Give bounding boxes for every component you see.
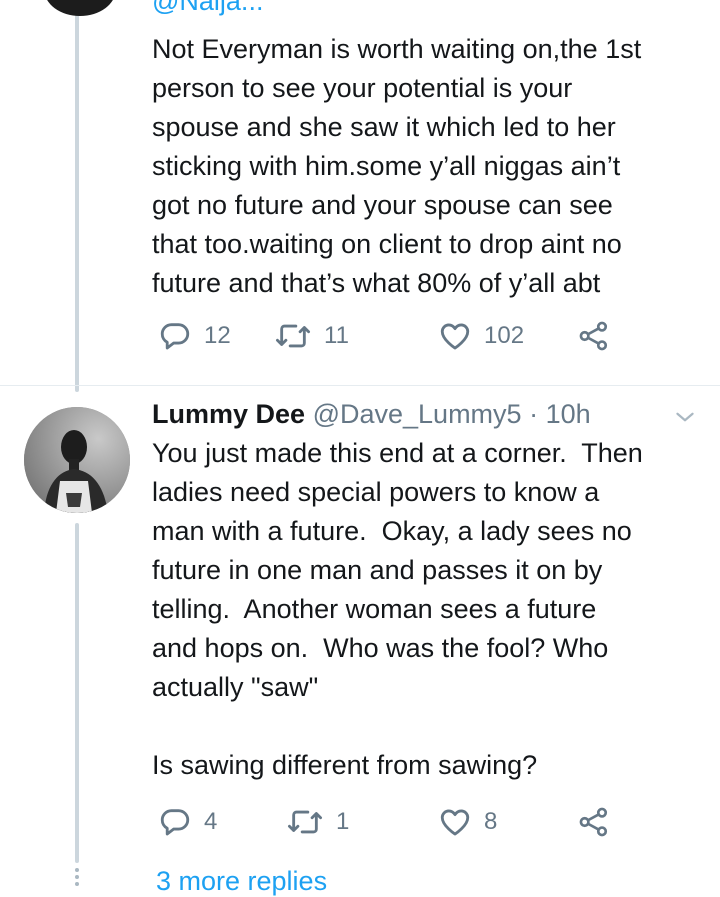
- tweet-divider: [0, 385, 720, 386]
- timestamp[interactable]: 10h: [546, 399, 591, 429]
- thread-line-top: [75, 0, 79, 392]
- reply-count: 12: [204, 322, 231, 349]
- reply-button[interactable]: 12: [158, 316, 231, 356]
- heart-icon: [440, 809, 470, 836]
- reply-count: 4: [204, 808, 218, 835]
- tweet-actions-main: 12 11 102: [152, 316, 622, 356]
- tweet-text-main: Not Everyman is worth waiting on,the 1st…: [152, 34, 642, 298]
- clipped-handle[interactable]: @Naija...: [152, 0, 263, 17]
- avatar[interactable]: [24, 407, 130, 513]
- retweet-button[interactable]: 11: [274, 316, 349, 356]
- heart-icon: [440, 323, 470, 350]
- retweet-icon: [287, 810, 322, 834]
- display-name[interactable]: Lummy Dee: [152, 399, 305, 429]
- reply-icon: [160, 809, 190, 836]
- like-button[interactable]: 8: [438, 802, 497, 842]
- chevron-down-icon: [676, 412, 694, 422]
- more-replies-link[interactable]: 3 more replies: [156, 866, 327, 897]
- retweet-button[interactable]: 1: [286, 802, 349, 842]
- avatar-photo: [24, 407, 130, 513]
- share-icon: [579, 321, 608, 351]
- like-count: 8: [484, 808, 498, 835]
- tweet-menu-button[interactable]: [670, 402, 700, 432]
- like-button[interactable]: 102: [438, 316, 524, 356]
- tweet-text-reply: You just made this end at a corner. Then…: [152, 438, 643, 780]
- share-button[interactable]: [578, 802, 610, 842]
- tweet-header: Lummy Dee @Dave_Lummy5 · 10h: [152, 396, 591, 432]
- like-count: 102: [484, 322, 525, 349]
- retweet-count: 1: [336, 808, 350, 835]
- thread-line-bottom: [75, 523, 79, 863]
- share-button[interactable]: [578, 316, 610, 356]
- share-icon: [579, 807, 608, 837]
- user-handle[interactable]: @Dave_Lummy5: [313, 399, 522, 429]
- reply-icon: [160, 323, 190, 350]
- retweet-count: 11: [324, 322, 349, 349]
- tweet-actions-reply: 4 1 8: [152, 802, 622, 842]
- reply-button[interactable]: 4: [158, 802, 217, 842]
- thread-dots-icon: [74, 868, 80, 889]
- previous-avatar[interactable]: [44, 0, 116, 16]
- time-separator: ·: [529, 399, 539, 429]
- retweet-icon: [275, 324, 310, 348]
